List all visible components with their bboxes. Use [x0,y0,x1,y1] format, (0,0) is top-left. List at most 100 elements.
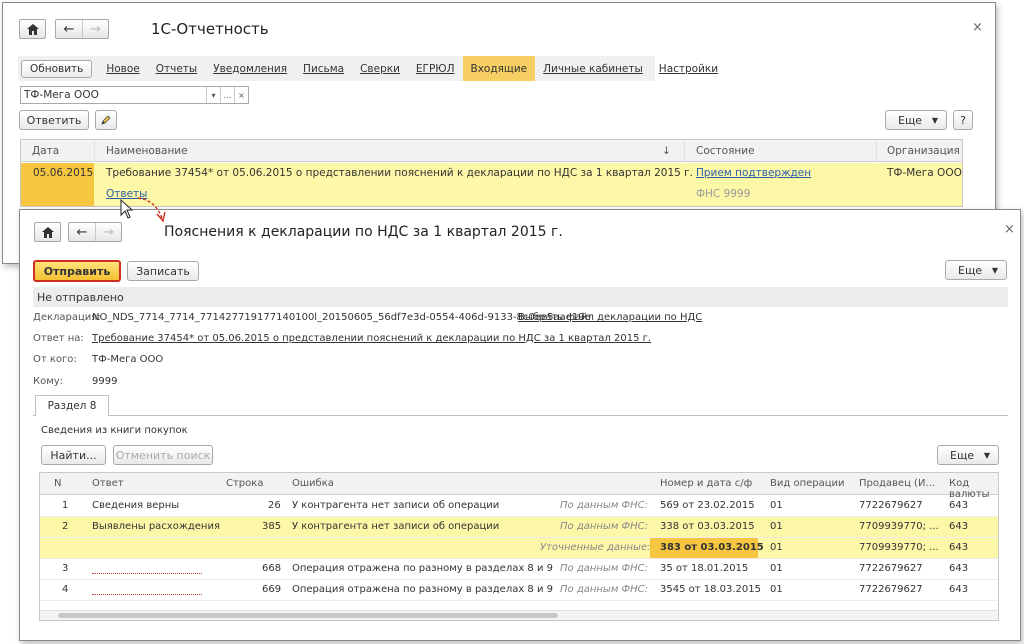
cell-source: По данным ФНС: [560,500,649,511]
col-n[interactable]: N [54,478,61,489]
col-error[interactable]: Ошибка [292,478,334,489]
more-options-icon[interactable]: ... [220,87,234,103]
cell-source: По данным ФНС: [560,521,649,532]
cell-operation: 01 [770,500,783,511]
home-icon [26,23,39,35]
table-row[interactable]: 4 669 Операция отражена по разному в раз… [40,580,998,601]
row-name: Требование 37454* от 05.06.2015 о предст… [106,167,694,179]
edit-button[interactable] [95,110,117,130]
cell-operation: 01 [770,584,783,595]
status-link[interactable]: Прием подтвержден [696,167,811,179]
cell-operation: 01 [770,521,783,532]
incoming-grid: Дата Наименование ↓ Состояние Организаци… [20,139,963,207]
sort-arrow-icon[interactable]: ↓ [662,145,671,157]
col-name[interactable]: Наименование [106,145,188,157]
cell-invoice: 338 от 03.03.2015 [660,521,755,532]
cell-invoice: 569 от 23.02.2015 [660,500,755,511]
cell-answer-empty[interactable] [92,583,202,595]
col-answer[interactable]: Ответ [92,478,124,489]
tab-settings[interactable]: Настройки [651,56,726,81]
tab-divider [33,415,1008,416]
to-value: 9999 [92,376,118,387]
purchase-book-link[interactable]: Сведения из книги покупок [41,425,188,436]
cell-invoice-corrected[interactable]: 383 от 03.03.2015 [650,538,764,558]
caret-down-icon: ▼ [991,265,998,275]
cell-n: 4 [62,584,69,595]
cell-source: По данным ФНС: [560,563,649,574]
cell-operation: 01 [770,542,783,553]
date-cell: 05.06.2015 [21,163,94,206]
organization-value: ТФ-Мега ООО [24,89,99,101]
new-link[interactable]: Новое [98,56,147,81]
home-icon [41,226,54,238]
col-org[interactable]: Организация [887,145,960,157]
table-row[interactable]: Требование 37454* от 05.06.2015 о предст… [21,163,962,206]
tab-reports[interactable]: Отчеты [148,56,205,81]
cell-answer-empty[interactable] [92,562,202,574]
organization-select[interactable]: ТФ-Мега ООО ▾ ... × [20,86,249,104]
reply-to-label: Ответ на: [33,333,84,344]
close-icon[interactable]: × [1004,222,1015,237]
tab-letters[interactable]: Письма [295,56,352,81]
refresh-button[interactable]: Обновить [21,59,93,78]
send-status: Не отправлено [33,287,1008,307]
tab-egrul[interactable]: ЕГРЮЛ [408,56,463,81]
col-seller[interactable]: Продавец (И... [859,478,935,489]
cell-currency: 643 [949,542,969,553]
col-date[interactable]: Дата [32,145,59,157]
table-row[interactable]: 1 Сведения верны 26 У контрагента нет за… [40,496,998,517]
tab-section-8[interactable]: Раздел 8 [35,395,109,416]
cell-invoice: 3545 от 18.03.2015 [660,584,762,595]
table-row[interactable]: Уточненные данные: 383 от 03.03.2015 01 … [40,538,998,559]
cell-source: Уточненные данные: [540,542,651,553]
clear-icon[interactable]: × [234,87,248,103]
forward-arrow-icon[interactable]: → [95,223,121,241]
col-invoice[interactable]: Номер и дата с/ф [660,478,752,489]
answers-link[interactable]: Ответы [106,188,147,200]
chevron-down-icon[interactable]: ▾ [206,87,220,103]
more-label: Еще [950,448,975,462]
send-button[interactable]: Отправить [33,260,121,282]
choose-declaration-link[interactable]: Выбрать файл декларации по НДС [518,312,702,323]
back-arrow-icon[interactable]: ← [56,20,82,38]
more-button[interactable]: Еще ▼ [945,260,1007,280]
col-status[interactable]: Состояние [696,145,755,157]
close-icon[interactable]: × [972,20,983,35]
tab-notifications[interactable]: Уведомления [205,56,295,81]
section-tabs: Обновить Новое Отчеты Уведомления Письма… [18,56,718,81]
declaration-value: NO_NDS_7714_7714_771427719177140100l_201… [92,312,591,323]
grid-more-button[interactable]: Еще ▼ [937,445,999,465]
cell-seller: 7722679627 [859,584,923,595]
reply-button[interactable]: Ответить [19,110,89,130]
table-row[interactable]: 3 668 Операция отражена по разному в раз… [40,559,998,580]
tab-reconciliations[interactable]: Сверки [352,56,408,81]
reply-to-link[interactable]: Требование 37454* от 05.06.2015 о предст… [92,333,651,344]
cell-line: 26 [268,500,281,511]
cell-line: 668 [262,563,282,574]
cell-line: 385 [262,521,282,532]
cell-error: Операция отражена по разному в разделах … [292,584,554,595]
cell-currency: 643 [949,563,969,574]
more-button[interactable]: Еще ▼ [885,110,947,130]
tab-incoming[interactable]: Входящие [462,56,536,81]
tab-personal-accounts[interactable]: Личные кабинеты [535,56,651,81]
back-arrow-icon[interactable]: ← [69,223,95,241]
cancel-search-button[interactable]: Отменить поиск [113,445,213,465]
col-operation[interactable]: Вид операции [770,478,845,489]
home-button[interactable] [19,19,46,39]
col-line[interactable]: Строка [226,478,263,489]
declaration-label: Декларация: [33,312,101,323]
help-button[interactable]: ? [953,110,973,130]
forward-arrow-icon[interactable]: → [82,20,108,38]
corrected-invoice-text: 383 от 03.03.2015 [660,542,764,553]
pencil-icon [101,115,111,125]
cell-seller: 7709939770; ... [859,521,939,532]
horizontal-scrollbar[interactable] [40,610,998,620]
scrollbar-thumb[interactable] [58,613,558,618]
cell-source: По данным ФНС: [560,584,649,595]
save-button[interactable]: Записать [127,261,199,281]
status-sub: ФНС 9999 [696,188,751,200]
home-button[interactable] [34,222,61,242]
find-button[interactable]: Найти... [41,445,106,465]
table-row[interactable]: 2 Выявлены расхождения 385 У контрагента… [40,517,998,538]
